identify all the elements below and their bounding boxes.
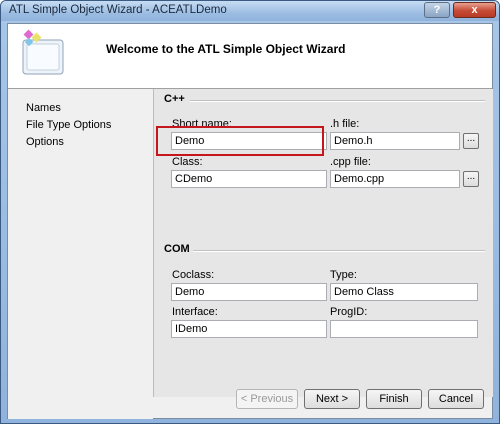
interface-input[interactable] — [171, 320, 327, 338]
h-file-input[interactable] — [330, 132, 460, 150]
help-button[interactable]: ? — [424, 2, 450, 18]
com-group-label: COM — [164, 243, 190, 255]
previous-button[interactable]: < Previous — [236, 389, 298, 409]
cancel-button[interactable]: Cancel — [428, 389, 484, 409]
cpp-group-label: C++ — [164, 93, 185, 105]
close-button[interactable]: x — [453, 2, 496, 18]
wizard-header: Welcome to the ATL Simple Object Wizard — [8, 24, 492, 89]
type-input[interactable] — [330, 283, 478, 301]
h-file-browse-button[interactable]: ... — [463, 133, 479, 149]
wizard-nav: Names File Type Options Options — [8, 89, 153, 419]
cpp-group-divider — [190, 100, 485, 102]
nav-item-names[interactable]: Names — [26, 102, 61, 114]
wizard-heading: Welcome to the ATL Simple Object Wizard — [106, 42, 346, 56]
type-label: Type: — [330, 269, 357, 281]
progid-input[interactable] — [330, 320, 478, 338]
progid-label: ProgID: — [330, 306, 368, 318]
h-file-label: .h file: — [330, 118, 360, 130]
com-group-divider — [193, 250, 485, 252]
dialog-client: Welcome to the ATL Simple Object Wizard … — [7, 23, 493, 419]
window-title: ATL Simple Object Wizard - ACEATLDemo — [9, 4, 227, 16]
title-bar[interactable]: ATL Simple Object Wizard - ACEATLDemo ? … — [1, 1, 499, 21]
short-name-highlight — [156, 126, 324, 156]
cpp-file-browse-button[interactable]: ... — [463, 171, 479, 187]
cpp-file-input[interactable] — [330, 170, 460, 188]
wizard-logo-icon — [22, 29, 64, 75]
class-input[interactable] — [171, 170, 327, 188]
coclass-label: Coclass: — [172, 269, 215, 281]
wizard-window: ATL Simple Object Wizard - ACEATLDemo ? … — [0, 0, 500, 424]
class-label: Class: — [172, 156, 203, 168]
interface-label: Interface: — [172, 306, 218, 318]
nav-item-options[interactable]: Options — [26, 136, 64, 148]
coclass-input[interactable] — [171, 283, 327, 301]
nav-item-file-type-options[interactable]: File Type Options — [26, 119, 111, 131]
finish-button[interactable]: Finish — [366, 389, 422, 409]
cpp-file-label: .cpp file: — [330, 156, 371, 168]
next-button[interactable]: Next > — [304, 389, 360, 409]
